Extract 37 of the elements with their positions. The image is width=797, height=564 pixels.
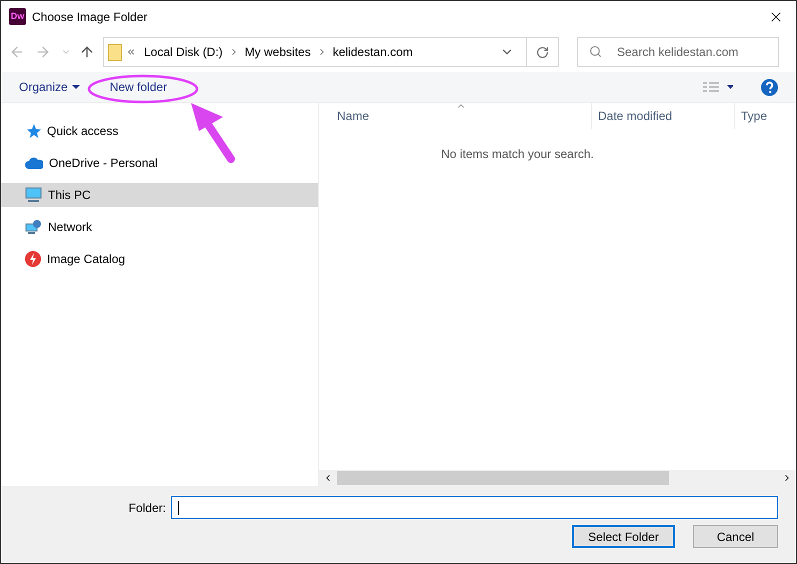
sidebar-item[interactable]: Network bbox=[1, 215, 318, 239]
cancel-button[interactable]: Cancel bbox=[693, 525, 778, 548]
path-segment[interactable]: kelidestan.com bbox=[332, 43, 413, 61]
search-icon bbox=[589, 45, 602, 58]
address-bar[interactable]: Local Disk (D:) My websites kelidestan.com bbox=[103, 37, 559, 67]
network-icon bbox=[25, 219, 42, 235]
sidebar-item[interactable]: Quick access bbox=[1, 119, 318, 143]
scrollbar-thumb[interactable] bbox=[337, 471, 669, 485]
window-title: Choose Image Folder bbox=[32, 8, 148, 26]
lightning-icon bbox=[25, 251, 41, 267]
annotation-arrow bbox=[189, 101, 237, 165]
search-field[interactable]: Search kelidestan.com bbox=[577, 37, 779, 67]
sidebar-item[interactable]: OneDrive - Personal bbox=[1, 151, 318, 175]
horizontal-scrollbar[interactable] bbox=[319, 470, 796, 486]
column-header[interactable]: Name bbox=[319, 103, 592, 129]
empty-message: No items match your search. bbox=[441, 146, 594, 163]
organize-button[interactable]: Organize bbox=[19, 78, 80, 96]
star-icon bbox=[25, 123, 41, 139]
path-segment[interactable]: My websites bbox=[244, 43, 311, 61]
view-options-icon[interactable] bbox=[703, 82, 733, 92]
help-icon[interactable] bbox=[761, 78, 778, 96]
column-header[interactable]: Date modified bbox=[592, 103, 735, 129]
cloud-icon bbox=[25, 157, 43, 169]
monitor-icon bbox=[25, 187, 42, 203]
sidebar-item[interactable]: This PC bbox=[1, 183, 318, 207]
refresh-icon[interactable] bbox=[536, 46, 549, 58]
folder-icon bbox=[108, 44, 122, 60]
column-header[interactable]: Type bbox=[735, 103, 796, 129]
sidebar-item[interactable]: Image Catalog bbox=[1, 247, 318, 271]
overflow-icon bbox=[126, 47, 136, 57]
app-logo: Dw bbox=[9, 8, 26, 25]
folder-input[interactable] bbox=[171, 496, 778, 519]
folder-label: Folder: bbox=[128, 500, 166, 516]
select-folder-button[interactable]: Select Folder bbox=[572, 525, 675, 548]
forward-arrow-icon bbox=[35, 44, 51, 60]
caret-icon bbox=[72, 85, 80, 89]
path-segment[interactable]: Local Disk (D:) bbox=[144, 43, 223, 61]
